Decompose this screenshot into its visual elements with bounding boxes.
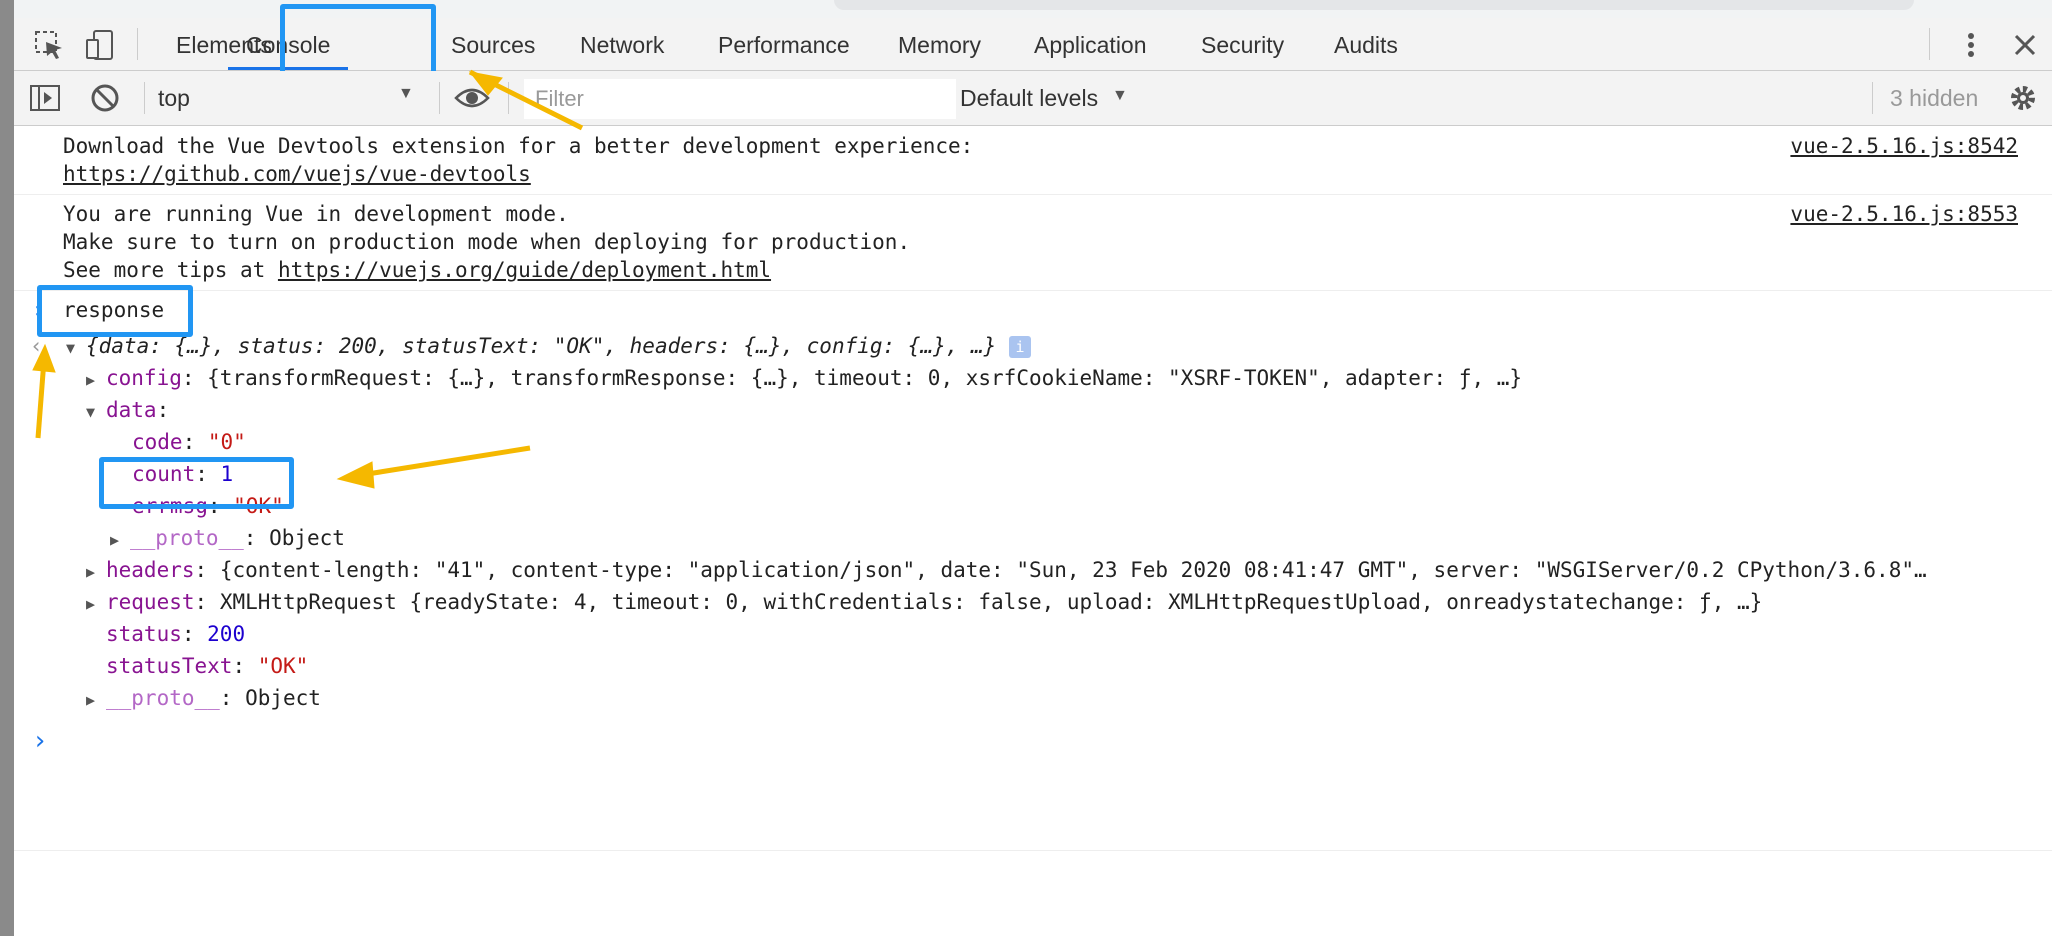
tip-prefix: See more tips at bbox=[63, 258, 278, 282]
expand-triangle-icon[interactable]: ▼ bbox=[66, 339, 86, 357]
headers-row[interactable]: ▶ headers: {content-length: "41", content… bbox=[86, 558, 1927, 582]
console-message: You are running Vue in development mode.… bbox=[14, 194, 2052, 291]
request-row[interactable]: ▶ request: XMLHttpRequest {readyState: 4,… bbox=[86, 590, 1762, 614]
divider bbox=[439, 82, 440, 114]
console-message: Download the Vue Devtools extension for … bbox=[14, 126, 2052, 195]
close-icon[interactable] bbox=[2008, 28, 2042, 68]
data-code-row: code: "0" bbox=[132, 430, 246, 454]
tab-security[interactable]: Security bbox=[1201, 18, 1284, 70]
tab-memory[interactable]: Memory bbox=[898, 18, 981, 70]
inspect-icon[interactable] bbox=[32, 28, 66, 68]
tab-application[interactable]: Application bbox=[1034, 18, 1147, 70]
source-link[interactable]: vue-2.5.16.js:8553 bbox=[1790, 202, 2018, 226]
message-text: See more tips at https://vuejs.org/guide… bbox=[63, 258, 771, 282]
expand-triangle-icon[interactable]: ▼ bbox=[86, 403, 106, 421]
chevron-down-icon[interactable]: ▼ bbox=[398, 85, 414, 103]
filter-field[interactable] bbox=[524, 79, 956, 119]
console-toolbar: top ▼ Default levels ▼ 3 hidden bbox=[14, 71, 2052, 126]
eye-icon[interactable] bbox=[454, 82, 490, 120]
tab-performance[interactable]: Performance bbox=[718, 18, 850, 70]
tab-sources[interactable]: Sources bbox=[451, 18, 535, 70]
info-icon[interactable]: i bbox=[1008, 336, 1031, 358]
source-link[interactable]: vue-2.5.16.js:8542 bbox=[1790, 134, 2018, 158]
status-row: status: 200 bbox=[106, 622, 246, 646]
divider bbox=[144, 82, 145, 114]
levels-dropdown[interactable]: Default levels bbox=[960, 85, 1098, 112]
result-summary[interactable]: ▼ {data: {…}, status: 200, statusText: "O… bbox=[66, 334, 1031, 358]
divider bbox=[1872, 82, 1873, 114]
clear-console-icon[interactable] bbox=[88, 81, 122, 121]
tab-audits[interactable]: Audits bbox=[1334, 18, 1398, 70]
count-highlight bbox=[99, 457, 294, 509]
divider bbox=[137, 28, 138, 60]
expand-triangle-icon[interactable]: ▶ bbox=[86, 563, 106, 581]
message-link[interactable]: https://github.com/vuejs/vue-devtools bbox=[63, 162, 531, 186]
context-selector[interactable]: top bbox=[158, 85, 190, 112]
sidebar-toggle-icon[interactable] bbox=[28, 81, 62, 121]
divider bbox=[1929, 28, 1930, 60]
tab-network[interactable]: Network bbox=[580, 18, 664, 70]
console-output: Download the Vue Devtools extension for … bbox=[14, 126, 2052, 936]
expand-triangle-icon[interactable]: ▶ bbox=[110, 531, 130, 549]
expand-triangle-icon[interactable]: ▶ bbox=[86, 595, 106, 613]
expand-triangle-icon[interactable]: ▶ bbox=[86, 691, 106, 709]
prompt-icon[interactable]: › bbox=[32, 726, 48, 756]
statustext-row: statusText: "OK" bbox=[106, 654, 309, 678]
gear-icon[interactable] bbox=[2006, 81, 2040, 121]
message-text: Make sure to turn on production mode whe… bbox=[63, 230, 911, 254]
message-text: Download the Vue Devtools extension for … bbox=[63, 134, 974, 158]
filter-input[interactable] bbox=[525, 80, 947, 118]
more-vert-icon[interactable] bbox=[1959, 28, 1983, 68]
console-input-entry: › response ‹ ▼ {data: {…}, status: 200, s… bbox=[14, 290, 2052, 851]
proto-row[interactable]: ▶ __proto__: Object bbox=[86, 686, 321, 710]
window-edge bbox=[0, 0, 14, 936]
data-proto-row[interactable]: ▶ __proto__: Object bbox=[110, 526, 345, 550]
divider bbox=[508, 82, 509, 114]
result-arrow-icon: ‹ bbox=[30, 334, 43, 358]
hidden-count: 3 hidden bbox=[1890, 85, 1979, 111]
device-icon[interactable] bbox=[84, 28, 118, 68]
message-text: You are running Vue in development mode. bbox=[63, 202, 569, 226]
response-highlight bbox=[37, 285, 193, 337]
message-link[interactable]: https://vuejs.org/guide/deployment.html bbox=[278, 258, 771, 282]
chevron-down-icon[interactable]: ▼ bbox=[1112, 87, 1128, 105]
data-row[interactable]: ▼ data: bbox=[86, 398, 169, 422]
expand-triangle-icon[interactable]: ▶ bbox=[86, 371, 106, 389]
config-row[interactable]: ▶ config: {transformRequest: {…}, transfo… bbox=[86, 366, 1522, 390]
